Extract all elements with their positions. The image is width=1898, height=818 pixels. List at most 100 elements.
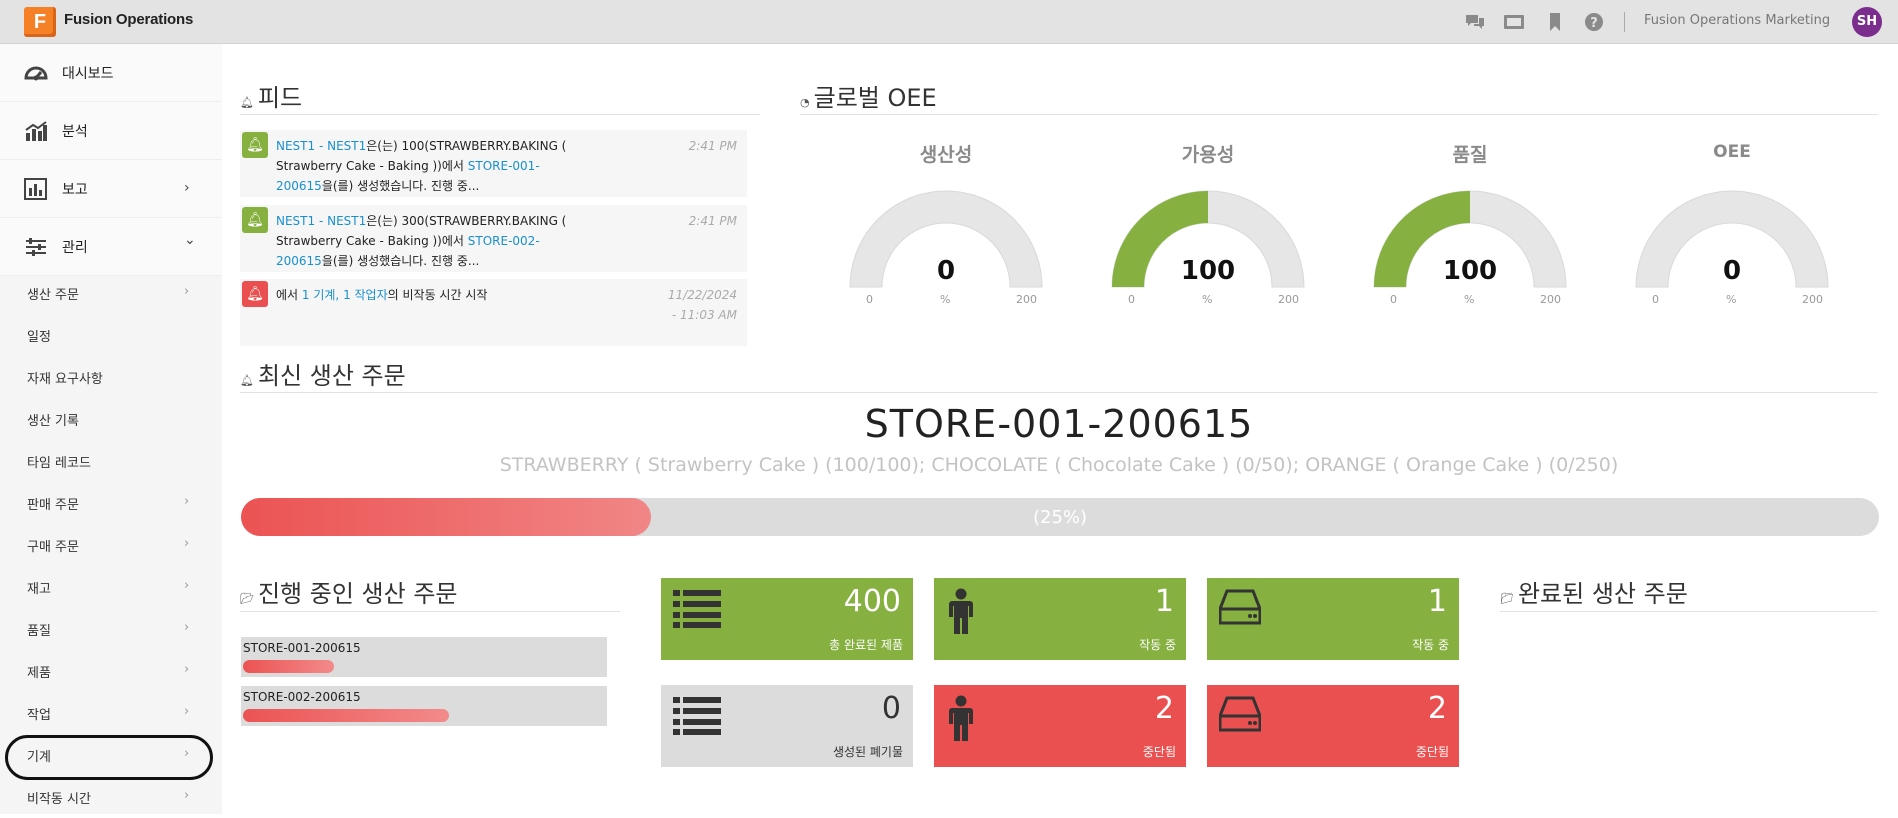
chevron-right-icon: › <box>184 494 190 509</box>
tile-machines-working[interactable]: 1 작동 중 <box>1207 578 1459 660</box>
tile-value: 1 <box>1154 584 1174 619</box>
org-name[interactable]: Fusion Operations Marketing <box>1644 13 1830 28</box>
latest-order-title: 🔔︎ 최신 생산 주문 <box>240 362 406 390</box>
tile-value: 0 <box>881 691 901 726</box>
list-icon <box>673 695 721 739</box>
sidebar-item-downtime[interactable]: 비작동 시간 › <box>0 776 222 818</box>
chevron-right-icon: › <box>184 788 190 803</box>
gauge-quality: 품질 100 0 % 200 <box>1360 140 1580 340</box>
app-title: Fusion Operations <box>64 11 194 28</box>
chevron-right-icon: › <box>184 180 190 196</box>
gauge-unit: % <box>1202 293 1213 306</box>
gauge-oee: OEE 0 0 % 200 <box>1622 140 1842 340</box>
help-icon[interactable]: ? <box>1583 12 1605 32</box>
sidebar-item-quality[interactable]: 품질 › <box>0 608 222 650</box>
sidebar-item-label: 관리 <box>62 240 88 256</box>
sidebar-item-sales-orders[interactable]: 판매 주문 › <box>0 482 222 524</box>
feed-link[interactable]: NEST1 - NEST1 <box>276 214 366 228</box>
feed-link[interactable]: 1 기계, 1 작업자 <box>302 288 388 302</box>
divider <box>800 114 1878 115</box>
divider <box>240 611 620 612</box>
display-icon[interactable] <box>1503 12 1525 32</box>
tile-label: 작동 중 <box>1139 638 1176 652</box>
order-progress-fill <box>243 709 450 722</box>
gauge-icon: ◔ <box>800 96 810 109</box>
sidebar-item-label: 재고 <box>27 582 51 597</box>
sidebar-item-operations[interactable]: 작업 › <box>0 692 222 734</box>
feed-time: 2:41 PM <box>688 214 737 228</box>
bell-icon: 🔔︎ <box>240 96 254 109</box>
sidebar-item-material-requirements[interactable]: 자재 요구사항 <box>0 356 222 398</box>
sidebar-item-analytics[interactable]: 분석 <box>0 102 222 160</box>
person-icon <box>946 588 976 638</box>
sidebar-item-report[interactable]: 보고 › <box>0 160 222 218</box>
chevron-down-icon: ⌄ <box>184 232 196 248</box>
sidebar-item-schedule[interactable]: 일정 <box>0 314 222 356</box>
sidebar-item-label: 생산 주문 <box>27 288 79 303</box>
sidebar-item-dashboard[interactable]: 대시보드 <box>0 44 222 102</box>
tile-label: 총 완료된 제품 <box>829 638 903 652</box>
svg-text:?: ? <box>1590 16 1598 31</box>
feed-title: 🔔︎ 피드 <box>240 84 303 112</box>
in-progress-title: 📂︎ 진행 중인 생산 주문 <box>240 580 458 608</box>
feed-time: 2:41 PM <box>688 139 737 153</box>
tile-operators-stopped[interactable]: 2 중단됨 <box>934 685 1186 767</box>
chevron-right-icon: › <box>184 620 190 635</box>
list-icon <box>673 588 721 632</box>
chevron-right-icon: › <box>184 284 190 299</box>
in-progress-order[interactable]: STORE-001-200615 <box>241 637 607 677</box>
latest-order-description: STRAWBERRY ( Strawberry Cake ) (100/100)… <box>499 454 1619 476</box>
latest-order-name[interactable]: STORE-001-200615 <box>240 402 1878 446</box>
gauge-availability: 가용성 100 0 % 200 <box>1098 140 1318 340</box>
gauge-value: 100 <box>1180 256 1236 286</box>
user-avatar[interactable]: SH <box>1852 7 1882 37</box>
gauge-min: 0 <box>866 293 873 306</box>
person-icon <box>946 695 976 745</box>
completed-orders-title: 📁︎ 완료된 생산 주문 <box>1500 580 1688 608</box>
top-bar: F Fusion Operations ? Fusion Operations … <box>0 0 1898 44</box>
manage-sliders-icon <box>24 236 48 258</box>
sidebar-item-production-orders[interactable]: 생산 주문 › <box>0 272 222 314</box>
sidebar-item-label: 판매 주문 <box>27 498 79 513</box>
bell-icon: 🔔︎ <box>242 281 268 307</box>
feed-item[interactable]: 🔔︎ NEST1 - NEST1은(는) 300(STRAWBERRY.BAKI… <box>240 205 747 273</box>
sidebar-item-time-records[interactable]: 타임 레코드 <box>0 440 222 482</box>
sidebar-item-label: 구매 주문 <box>27 540 79 555</box>
app-logo[interactable]: F <box>24 7 56 37</box>
gauge-min: 0 <box>1128 293 1135 306</box>
chevron-right-icon: › <box>184 662 190 677</box>
bell-icon: 🔔︎ <box>242 207 268 233</box>
bell-icon: 🔔︎ <box>240 374 254 387</box>
divider <box>1500 611 1878 612</box>
chat-icon[interactable] <box>1464 12 1486 32</box>
sidebar-item-purchase-orders[interactable]: 구매 주문 › <box>0 524 222 566</box>
order-name: STORE-002-200615 <box>243 690 361 704</box>
sidebar-item-manage[interactable]: 관리 ⌄ <box>0 218 222 276</box>
analytics-chart-icon <box>24 120 48 142</box>
sidebar-item-products[interactable]: 제품 › <box>0 650 222 692</box>
tile-machines-stopped[interactable]: 2 중단됨 <box>1207 685 1459 767</box>
tile-value: 1 <box>1427 584 1447 619</box>
chevron-right-icon: › <box>184 536 190 551</box>
sidebar-item-label: 제품 <box>27 666 51 681</box>
tile-label: 중단됨 <box>1415 745 1449 759</box>
tile-operators-working[interactable]: 1 작동 중 <box>934 578 1186 660</box>
gauge-productivity: 생산성 0 0 % 200 <box>836 140 1056 340</box>
feed-item[interactable]: 🔔︎ 에서 1 기계, 1 작업자의 비작동 시간 시작 11/22/2024 … <box>240 279 747 347</box>
sidebar-item-production-records[interactable]: 생산 기록 <box>0 398 222 440</box>
sidebar: 대시보드 분석 보고 › 관리 ⌄ 생산 주문 › 일정 자재 요구사항 생산 기… <box>0 44 222 814</box>
gauge-value: 0 <box>1722 256 1742 286</box>
feed-item[interactable]: 🔔︎ NEST1 - NEST1은(는) 100(STRAWBERRY.BAKI… <box>240 130 747 198</box>
feed-link[interactable]: NEST1 - NEST1 <box>276 139 366 153</box>
bookmark-icon[interactable] <box>1544 12 1566 32</box>
gauge-value: 100 <box>1442 256 1498 286</box>
bell-icon: 🔔︎ <box>242 132 268 158</box>
sidebar-item-inventory[interactable]: 재고 › <box>0 566 222 608</box>
tile-waste-generated[interactable]: 0 생성된 폐기물 <box>661 685 913 767</box>
in-progress-order[interactable]: STORE-002-200615 <box>241 686 607 726</box>
sidebar-item-label: 작업 <box>27 708 51 723</box>
tile-total-completed[interactable]: 400 총 완료된 제품 <box>661 578 913 660</box>
sidebar-item-label: 품질 <box>27 624 51 639</box>
sidebar-item-label: 생산 기록 <box>27 414 79 429</box>
gauge-unit: % <box>1464 293 1475 306</box>
